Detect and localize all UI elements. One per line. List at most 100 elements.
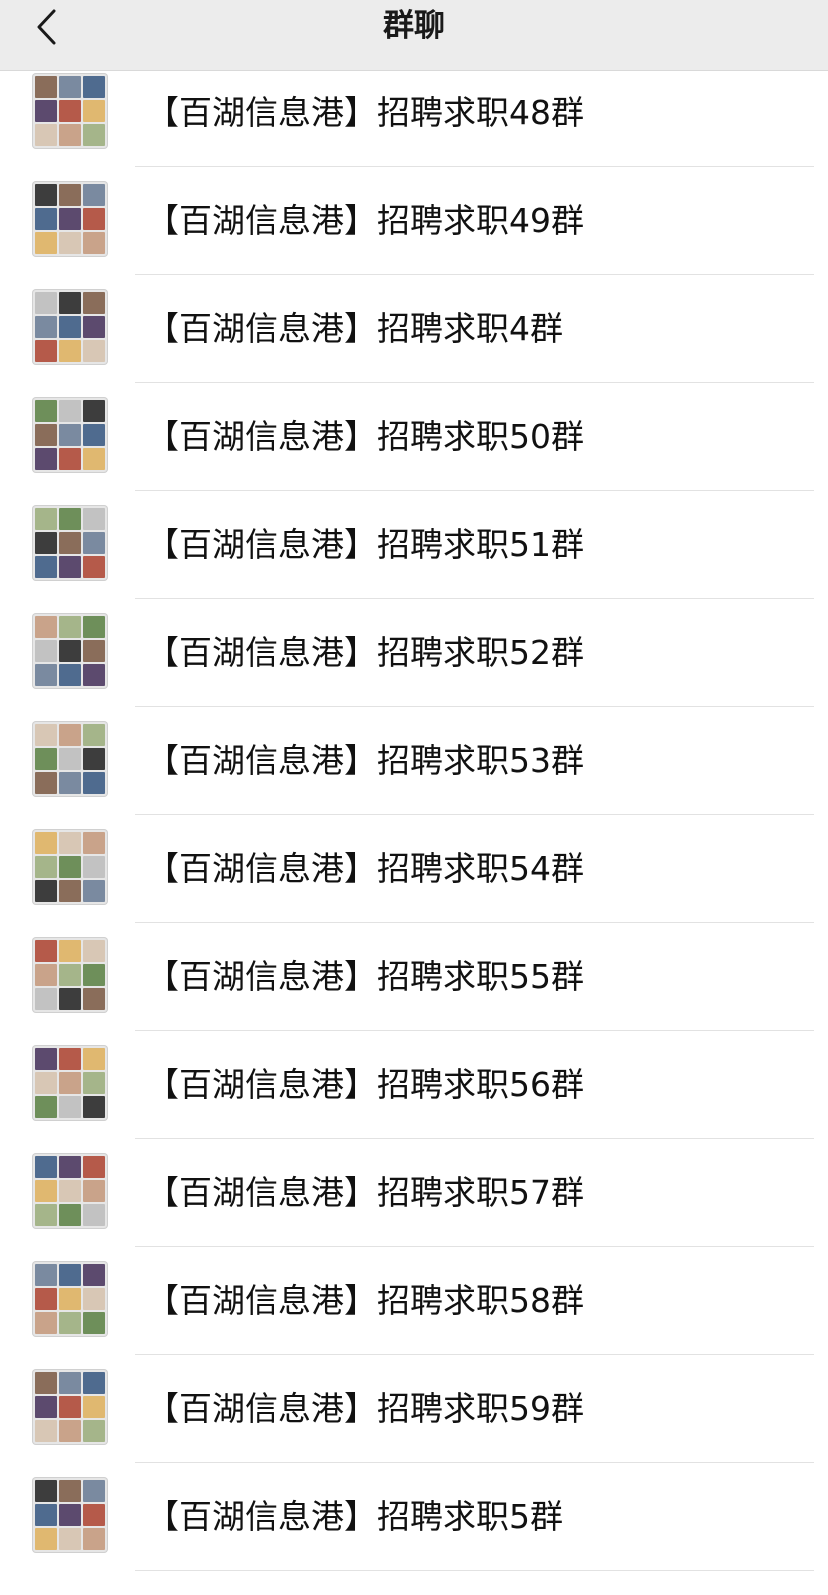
- member-avatar-tile: [35, 988, 57, 1010]
- member-avatar-tile: [83, 664, 105, 686]
- member-avatar-tile: [35, 640, 57, 662]
- group-avatar: [32, 505, 108, 581]
- member-avatar-tile: [83, 1504, 105, 1526]
- member-avatar-tile: [59, 1480, 81, 1502]
- member-avatar-tile: [59, 184, 81, 206]
- member-avatar-tile: [83, 880, 105, 902]
- member-avatar-tile: [59, 1204, 81, 1226]
- member-avatar-tile: [59, 340, 81, 362]
- member-avatar-tile: [59, 232, 81, 254]
- group-name: 【百湖信息港】招聘求职49群: [146, 201, 584, 240]
- member-avatar-tile: [83, 400, 105, 422]
- member-avatar-tile: [83, 532, 105, 554]
- member-avatar-tile: [35, 424, 57, 446]
- member-avatar-tile: [83, 124, 105, 146]
- group-avatar: [32, 1153, 108, 1229]
- group-chat-item[interactable]: 【百湖信息港】招聘求职51群: [0, 491, 828, 599]
- group-name: 【百湖信息港】招聘求职58群: [146, 1281, 584, 1320]
- member-avatar-tile: [59, 292, 81, 314]
- member-avatar-tile: [35, 832, 57, 854]
- member-avatar-tile: [35, 1180, 57, 1202]
- group-chat-item[interactable]: 【百湖信息港】招聘求职52群: [0, 599, 828, 707]
- group-chat-item[interactable]: 【百湖信息港】招聘求职50群: [0, 383, 828, 491]
- member-avatar-tile: [59, 208, 81, 230]
- group-chat-item[interactable]: 【百湖信息港】招聘求职48群: [0, 59, 828, 167]
- group-chat-item[interactable]: 【百湖信息港】招聘求职5群: [0, 1463, 828, 1571]
- member-avatar-tile: [59, 508, 81, 530]
- member-avatar-tile: [83, 1180, 105, 1202]
- group-chat-item[interactable]: 【百湖信息港】招聘求职56群: [0, 1031, 828, 1139]
- group-name: 【百湖信息港】招聘求职48群: [146, 93, 584, 132]
- member-avatar-tile: [59, 832, 81, 854]
- member-avatar-tile: [35, 1048, 57, 1070]
- group-name: 【百湖信息港】招聘求职55群: [146, 957, 584, 996]
- member-avatar-tile: [35, 1072, 57, 1094]
- member-avatar-tile: [35, 340, 57, 362]
- member-avatar-tile: [35, 1396, 57, 1418]
- member-avatar-tile: [59, 1048, 81, 1070]
- member-avatar-tile: [83, 76, 105, 98]
- member-avatar-tile: [83, 1396, 105, 1418]
- group-chat-item[interactable]: 【百湖信息港】招聘求职59群: [0, 1355, 828, 1463]
- group-avatar: [32, 1369, 108, 1445]
- row-divider: [135, 1570, 814, 1571]
- group-chat-item[interactable]: 【百湖信息港】招聘求职4群: [0, 275, 828, 383]
- member-avatar-tile: [59, 1420, 81, 1442]
- member-avatar-tile: [35, 772, 57, 794]
- member-avatar-tile: [35, 880, 57, 902]
- member-avatar-tile: [59, 1096, 81, 1118]
- member-avatar-tile: [59, 988, 81, 1010]
- member-avatar-tile: [83, 556, 105, 578]
- member-avatar-tile: [83, 1156, 105, 1178]
- member-avatar-tile: [35, 1420, 57, 1442]
- member-avatar-tile: [35, 1156, 57, 1178]
- group-chat-item[interactable]: 【百湖信息港】招聘求职49群: [0, 167, 828, 275]
- member-avatar-tile: [83, 832, 105, 854]
- member-avatar-tile: [35, 1528, 57, 1550]
- member-avatar-tile: [83, 208, 105, 230]
- member-avatar-tile: [83, 940, 105, 962]
- member-avatar-tile: [35, 1288, 57, 1310]
- member-avatar-tile: [59, 556, 81, 578]
- member-avatar-tile: [35, 1204, 57, 1226]
- member-avatar-tile: [59, 1312, 81, 1334]
- group-name: 【百湖信息港】招聘求职53群: [146, 741, 584, 780]
- group-avatar: [32, 613, 108, 689]
- member-avatar-tile: [59, 76, 81, 98]
- member-avatar-tile: [83, 964, 105, 986]
- group-chat-item[interactable]: 【百湖信息港】招聘求职57群: [0, 1139, 828, 1247]
- member-avatar-tile: [59, 1528, 81, 1550]
- group-avatar: [32, 1045, 108, 1121]
- member-avatar-tile: [35, 76, 57, 98]
- group-avatar: [32, 289, 108, 365]
- group-chat-item[interactable]: 【百湖信息港】招聘求职54群: [0, 815, 828, 923]
- group-avatar: [32, 397, 108, 473]
- member-avatar-tile: [83, 1372, 105, 1394]
- member-avatar-tile: [83, 1048, 105, 1070]
- member-avatar-tile: [83, 856, 105, 878]
- group-chat-list: 【百湖信息港】招聘求职48群 【百湖信息港】招聘求职49群【百湖信息港】招聘求职4…: [0, 59, 828, 1571]
- member-avatar-tile: [59, 400, 81, 422]
- member-avatar-tile: [35, 1480, 57, 1502]
- member-avatar-tile: [35, 664, 57, 686]
- member-avatar-tile: [59, 664, 81, 686]
- member-avatar-tile: [83, 1480, 105, 1502]
- group-avatar: [32, 937, 108, 1013]
- group-avatar: [32, 73, 108, 149]
- member-avatar-tile: [83, 316, 105, 338]
- member-avatar-tile: [35, 184, 57, 206]
- member-avatar-tile: [35, 316, 57, 338]
- group-chat-item[interactable]: 【百湖信息港】招聘求职55群: [0, 923, 828, 1031]
- member-avatar-tile: [35, 448, 57, 470]
- member-avatar-tile: [35, 208, 57, 230]
- member-avatar-tile: [35, 100, 57, 122]
- group-avatar: [32, 181, 108, 257]
- group-chat-item[interactable]: 【百湖信息港】招聘求职58群: [0, 1247, 828, 1355]
- member-avatar-tile: [35, 856, 57, 878]
- member-avatar-tile: [59, 964, 81, 986]
- member-avatar-tile: [35, 232, 57, 254]
- group-avatar: [32, 721, 108, 797]
- group-chat-item[interactable]: 【百湖信息港】招聘求职53群: [0, 707, 828, 815]
- member-avatar-tile: [59, 448, 81, 470]
- member-avatar-tile: [83, 232, 105, 254]
